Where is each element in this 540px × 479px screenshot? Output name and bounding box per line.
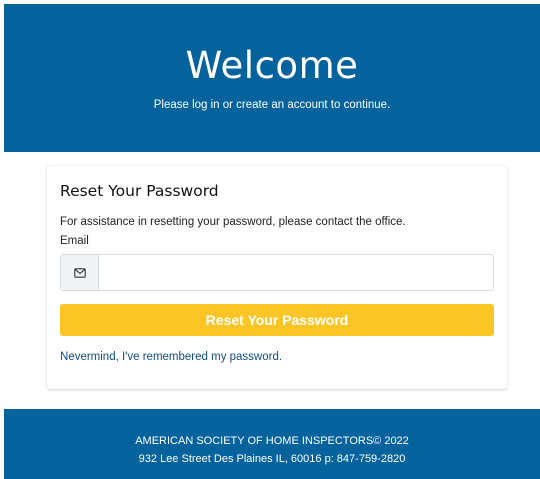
email-label: Email xyxy=(60,235,89,247)
reset-password-button[interactable]: Reset Your Password xyxy=(60,304,494,336)
assistance-text: For assistance in resetting your passwor… xyxy=(60,216,406,228)
envelope-icon xyxy=(61,255,99,290)
card-title: Reset Your Password xyxy=(60,182,219,200)
footer-address: 932 Lee Street Des Plaines IL, 60016 p: … xyxy=(138,453,406,465)
welcome-banner: Welcome Please log in or create an accou… xyxy=(4,4,540,152)
reset-password-card: Reset Your Password For assistance in re… xyxy=(47,166,507,389)
welcome-subtitle: Please log in or create an account to co… xyxy=(153,99,391,111)
site-footer: AMERICAN SOCIETY OF HOME INSPECTORS© 202… xyxy=(4,409,540,479)
email-input-group xyxy=(60,254,494,291)
email-field[interactable] xyxy=(99,255,493,290)
welcome-title: Welcome xyxy=(185,44,359,87)
footer-copyright: AMERICAN SOCIETY OF HOME INSPECTORS© 202… xyxy=(135,435,409,447)
nevermind-link[interactable]: Nevermind, I've remembered my password. xyxy=(60,350,282,365)
